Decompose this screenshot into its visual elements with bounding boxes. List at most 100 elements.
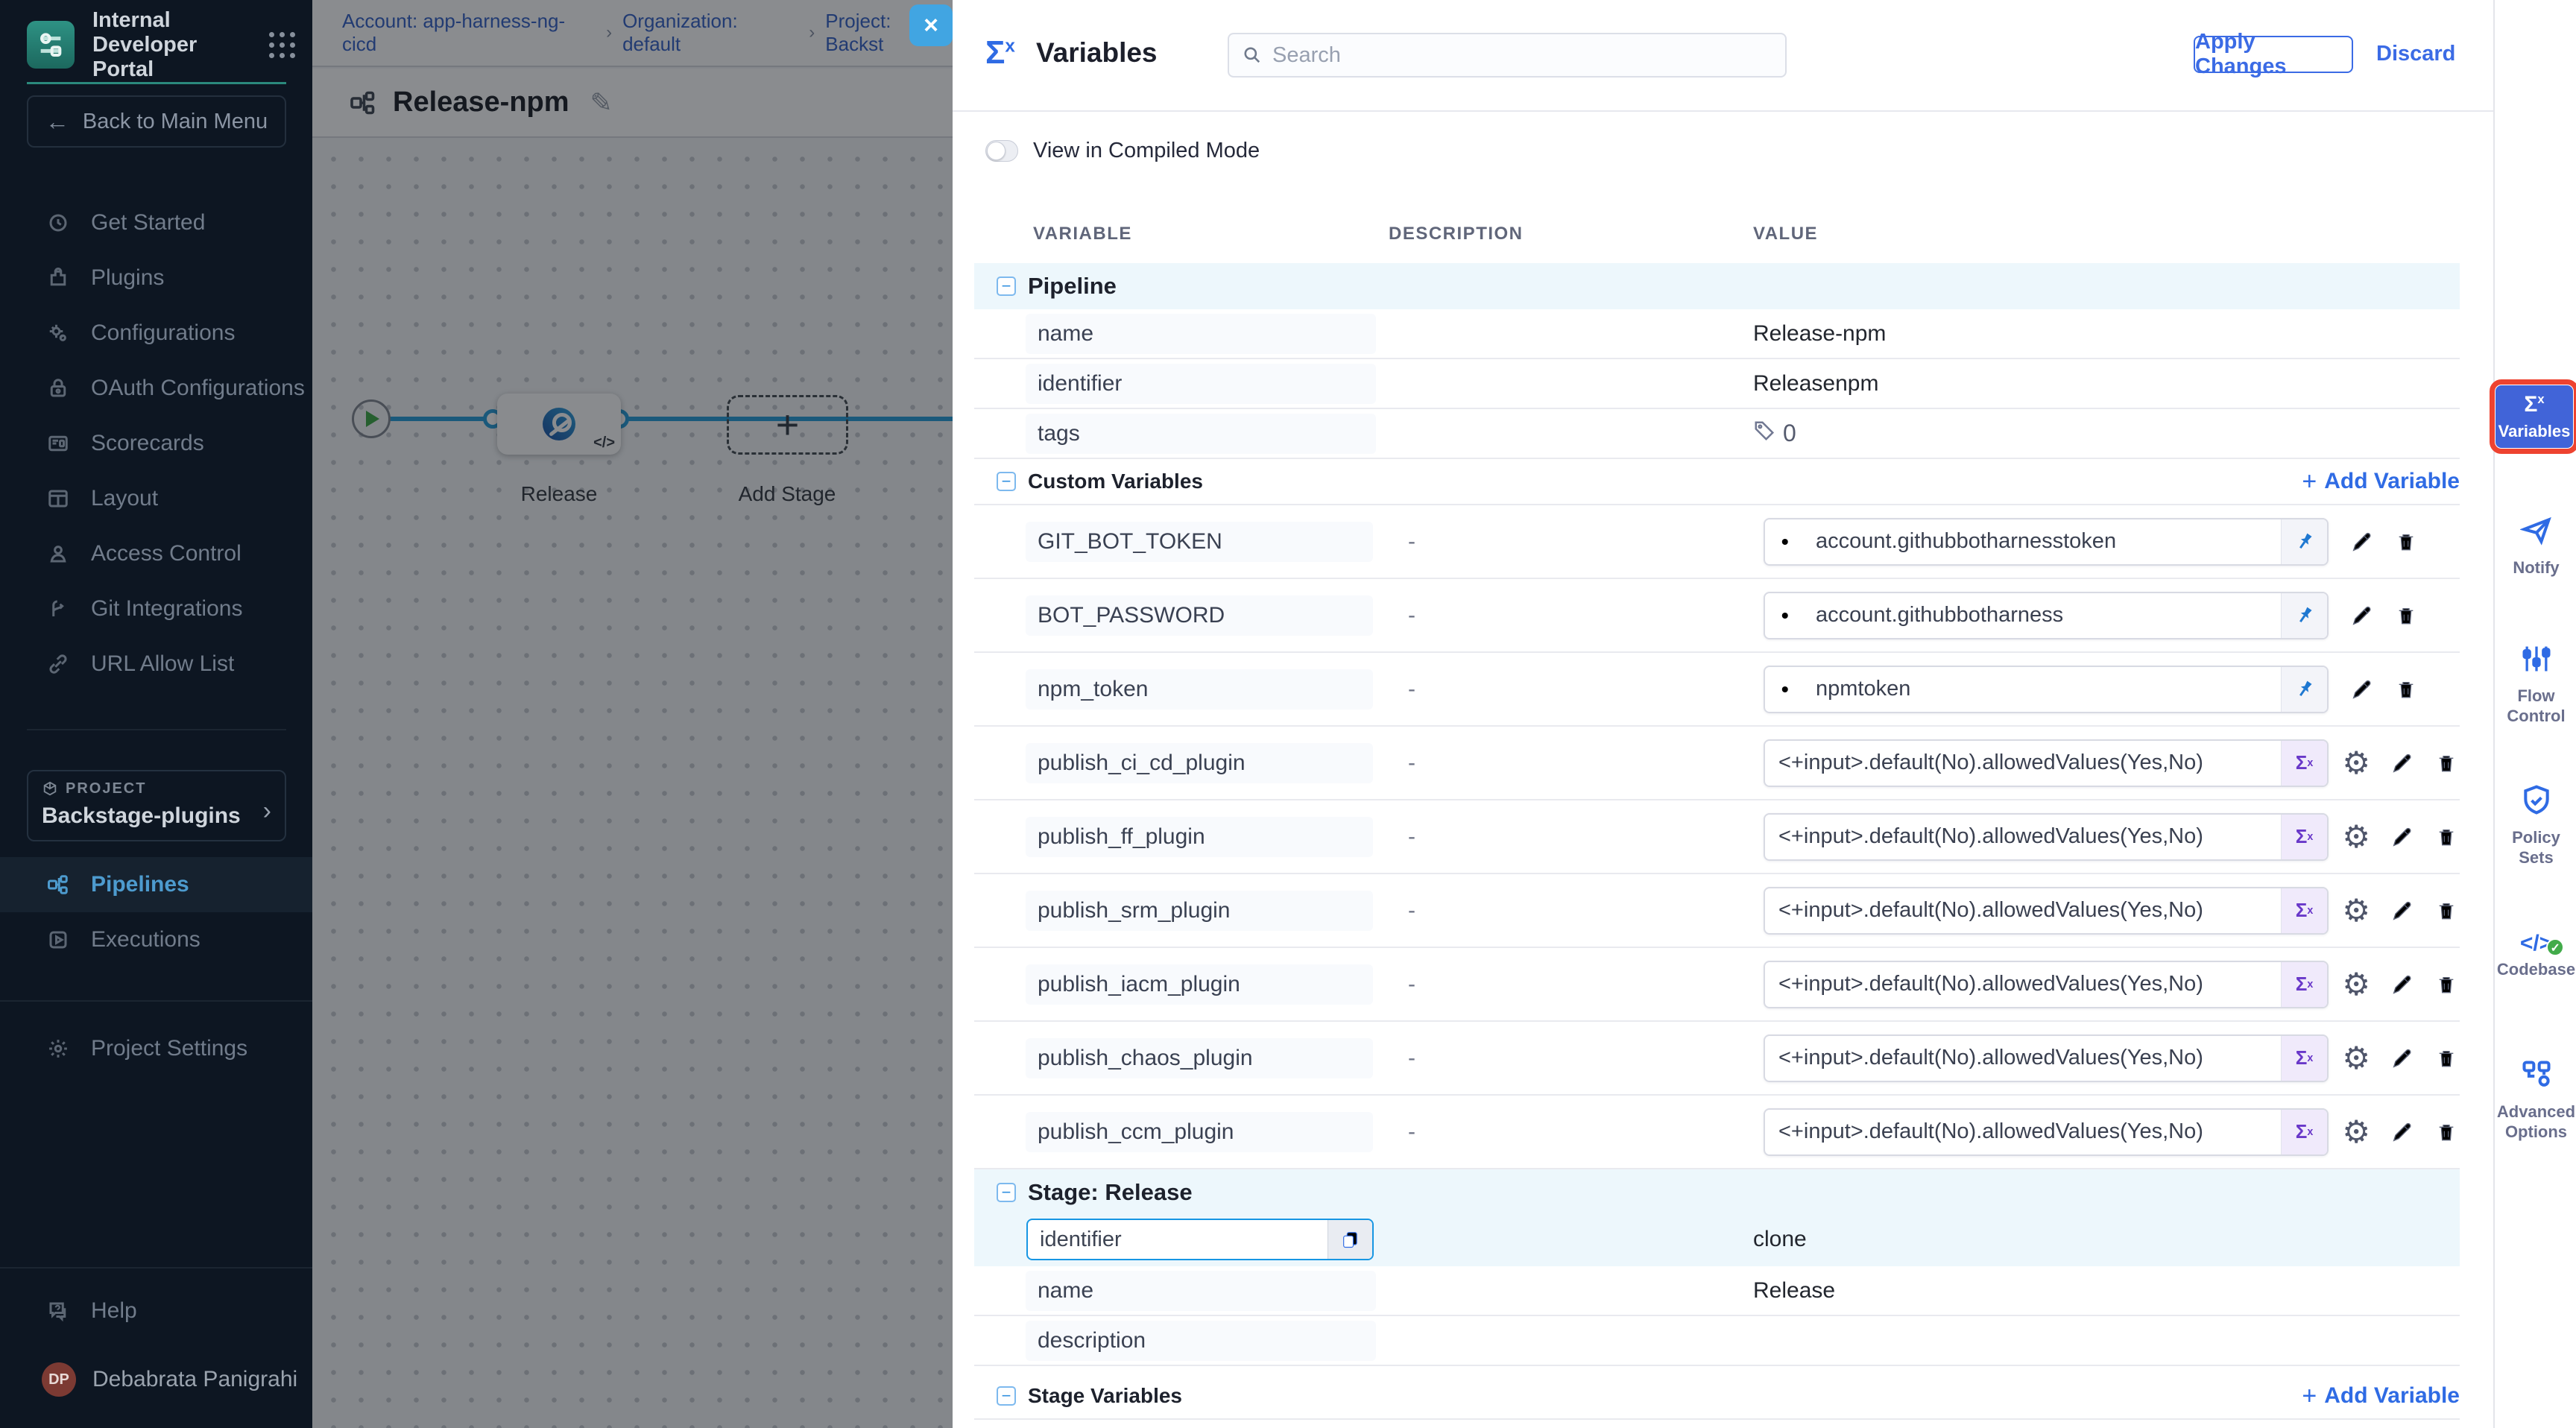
delete-icon[interactable] xyxy=(2434,972,2458,997)
runtime-input-icon[interactable]: Σx xyxy=(2281,741,2327,786)
runtime-input-icon[interactable]: Σx xyxy=(2281,1036,2327,1081)
variable-value-field[interactable]: <+input>.default(No).allowedValues(Yes,N… xyxy=(1764,1108,2329,1156)
sidebar-item-configurations[interactable]: Configurations xyxy=(0,306,312,361)
collapse-icon[interactable]: − xyxy=(997,277,1016,296)
highlight-ring xyxy=(2490,379,2576,454)
sidebar-item-label: Scorecards xyxy=(91,431,204,456)
secret-reference: account.githubbotharnesstoken xyxy=(1802,529,2281,554)
rail-tab-variables[interactable]: ΣxVariables xyxy=(2496,385,2573,448)
variable-value-field[interactable]: account.githubbotharnesstoken xyxy=(1764,518,2329,566)
runtime-input-icon[interactable]: Σx xyxy=(2281,962,2327,1007)
variable-row-BOT_PASSWORD: BOT_PASSWORD - account.githubbotharness xyxy=(974,579,2460,653)
settings-gear-icon[interactable]: ⚙ xyxy=(2342,1116,2370,1148)
delete-icon[interactable] xyxy=(2394,677,2418,702)
variable-value-field[interactable]: <+input>.default(No).allowedValues(Yes,N… xyxy=(1764,1034,2329,1082)
edit-icon[interactable] xyxy=(2390,751,2415,776)
settings-gear-icon[interactable]: ⚙ xyxy=(2342,821,2370,853)
add-variable-button[interactable]: +Add Variable xyxy=(2302,1382,2460,1411)
rail-tab-advanced-options[interactable]: Advanced Options xyxy=(2495,1058,2576,1142)
variable-value-field[interactable]: <+input>.default(No).allowedValues(Yes,N… xyxy=(1764,739,2329,787)
rail-tab-flow-control[interactable]: Flow Control xyxy=(2495,642,2576,726)
modal-backdrop[interactable] xyxy=(312,0,953,1428)
stage-identifier-input[interactable]: identifier xyxy=(1026,1219,1374,1260)
edit-icon[interactable] xyxy=(2349,529,2375,555)
section-title: Pipeline xyxy=(1028,273,1117,300)
variable-value-field[interactable]: <+input>.default(No).allowedValues(Yes,N… xyxy=(1764,961,2329,1008)
collapse-icon[interactable]: − xyxy=(997,472,1016,491)
edit-icon[interactable] xyxy=(2390,972,2415,997)
variable-value-field[interactable]: <+input>.default(No).allowedValues(Yes,N… xyxy=(1764,813,2329,861)
edit-icon[interactable] xyxy=(2349,603,2375,628)
collapse-icon[interactable]: − xyxy=(997,1183,1016,1202)
collapse-icon[interactable]: − xyxy=(997,1386,1016,1406)
user-menu[interactable]: DP Debabrata Panigrahi xyxy=(42,1362,297,1397)
edit-icon[interactable] xyxy=(2390,824,2415,850)
sidebar-item-url-allow-list[interactable]: URL Allow List xyxy=(0,636,312,692)
sidebar-item-access-control[interactable]: Access Control xyxy=(0,526,312,581)
variable-value-field[interactable]: <+input>.default(No).allowedValues(Yes,N… xyxy=(1764,887,2329,935)
back-to-main-menu-button[interactable]: ← Back to Main Menu xyxy=(27,95,286,148)
delete-icon[interactable] xyxy=(2434,1046,2458,1071)
edit-icon[interactable] xyxy=(2349,677,2375,702)
delete-icon[interactable] xyxy=(2394,603,2418,628)
pin-icon[interactable] xyxy=(2281,519,2327,564)
sidebar-item-get-started[interactable]: Get Started xyxy=(0,195,312,250)
discard-button[interactable]: Discard xyxy=(2376,42,2455,66)
delete-icon[interactable] xyxy=(2434,751,2458,776)
sidebar-item-oauth-configurations[interactable]: OAuth Configurations xyxy=(0,361,312,416)
variable-name: publish_iacm_plugin xyxy=(1026,964,1373,1005)
variable-value-field[interactable]: npmtoken xyxy=(1764,666,2329,713)
rail-tab-codebase[interactable]: </>✓Codebase xyxy=(2495,933,2576,979)
rail-tab-policy-sets[interactable]: Policy Sets xyxy=(2495,784,2576,868)
apply-changes-button[interactable]: Apply Changes xyxy=(2194,36,2353,73)
edit-icon[interactable] xyxy=(2390,1046,2415,1071)
delete-icon[interactable] xyxy=(2394,529,2418,555)
runtime-input-icon[interactable]: Σx xyxy=(2281,815,2327,859)
col-description: DESCRIPTION xyxy=(1389,224,1524,244)
compiled-mode-toggle[interactable] xyxy=(985,140,1018,162)
sidebar-item-plugins[interactable]: Plugins xyxy=(0,250,312,306)
delete-icon[interactable] xyxy=(2434,898,2458,923)
add-variable-button[interactable]: +Add Variable xyxy=(2302,467,2460,496)
pin-icon[interactable] xyxy=(2281,593,2327,638)
sidebar-item-layout[interactable]: Layout xyxy=(0,471,312,526)
pin-icon[interactable] xyxy=(2281,667,2327,712)
row-actions: ⚙ xyxy=(2323,748,2458,779)
close-drawer-button[interactable]: × xyxy=(909,4,953,46)
sidebar-item-executions[interactable]: Executions xyxy=(0,912,312,967)
expression-value: <+input>.default(No).allowedValues(Yes,N… xyxy=(1765,898,2281,923)
settings-gear-icon[interactable]: ⚙ xyxy=(2342,969,2370,1000)
sidebar-item-label: Layout xyxy=(91,486,158,511)
sidebar-item-scorecards[interactable]: Scorecards xyxy=(0,416,312,471)
settings-gear-icon[interactable]: ⚙ xyxy=(2342,1043,2370,1074)
sidebar-settings: Project Settings xyxy=(0,1021,312,1076)
settings-gear-icon[interactable]: ⚙ xyxy=(2342,748,2370,779)
variable-name: BOT_PASSWORD xyxy=(1026,595,1373,636)
sidebar-divider xyxy=(27,729,286,730)
back-label: Back to Main Menu xyxy=(83,110,268,134)
search-input[interactable]: Search xyxy=(1228,33,1787,78)
edit-icon[interactable] xyxy=(2390,1119,2415,1145)
variable-description: - xyxy=(1408,603,1415,628)
rail-tab-label: Notify xyxy=(2495,557,2576,578)
sidebar-item-pipelines[interactable]: Pipelines xyxy=(0,857,312,912)
sidebar-item-label: Configurations xyxy=(91,320,235,346)
sidebar-item-help[interactable]: Help xyxy=(0,1283,312,1339)
rail-tab-notify[interactable]: Notify xyxy=(2495,514,2576,578)
delete-icon[interactable] xyxy=(2434,824,2458,850)
expression-value: <+input>.default(No).allowedValues(Yes,N… xyxy=(1765,972,2281,996)
edit-icon[interactable] xyxy=(2390,898,2415,923)
sidebar-item-project-settings[interactable]: Project Settings xyxy=(0,1021,312,1076)
sidebar-item-git-integrations[interactable]: Git Integrations xyxy=(0,581,312,636)
copy-icon[interactable] xyxy=(1328,1220,1372,1259)
module-grid-icon[interactable] xyxy=(269,32,295,58)
variable-row-tags: tags0 xyxy=(974,409,2460,459)
runtime-input-icon[interactable]: Σx xyxy=(2281,1110,2327,1154)
delete-icon[interactable] xyxy=(2434,1119,2458,1145)
app-title: Internal Developer Portal xyxy=(92,8,249,82)
row-actions: ⚙ xyxy=(2323,821,2458,853)
variable-value-field[interactable]: account.githubbotharness xyxy=(1764,592,2329,639)
settings-gear-icon[interactable]: ⚙ xyxy=(2342,895,2370,926)
project-selector[interactable]: PROJECT Backstage-plugins › xyxy=(27,770,286,841)
runtime-input-icon[interactable]: Σx xyxy=(2281,888,2327,933)
